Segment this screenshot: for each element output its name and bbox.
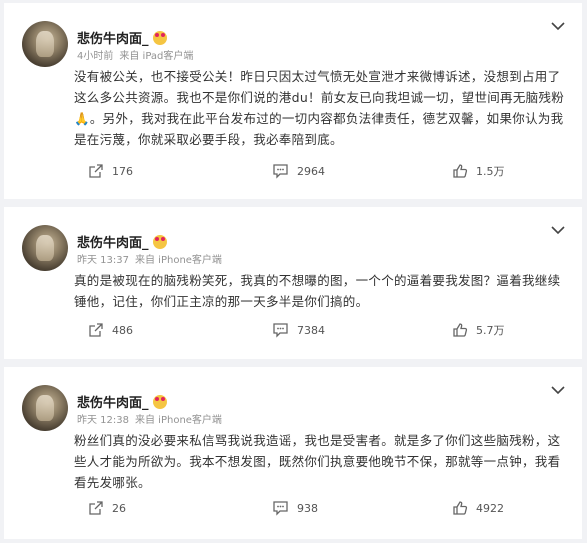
like-icon xyxy=(453,323,468,337)
name-row: 悲伤牛肉面_ xyxy=(77,28,167,47)
avatar[interactable] xyxy=(22,225,68,271)
comment-count: 938 xyxy=(297,501,318,515)
share-button[interactable]: 486 xyxy=(88,322,133,338)
avatar[interactable] xyxy=(22,385,68,431)
like-icon xyxy=(453,501,468,515)
like-button[interactable]: 4922 xyxy=(452,500,504,516)
post-source: 来自 iPhone客户端 xyxy=(135,415,222,426)
username[interactable]: 悲伤牛肉面_ xyxy=(77,392,149,411)
share-count: 176 xyxy=(112,164,133,178)
weibo-feed: 悲伤牛肉面_ 4小时前 来自 iPad客户端 没有被公关，也不接受公关！昨日只因… xyxy=(0,0,587,543)
post-source: 来自 iPad客户端 xyxy=(119,51,194,62)
name-row: 悲伤牛肉面_ xyxy=(77,232,167,251)
post-card: 悲伤牛肉面_ 4小时前 来自 iPad客户端 没有被公关，也不接受公关！昨日只因… xyxy=(4,3,582,199)
chevron-down-icon[interactable] xyxy=(550,385,566,395)
comment-icon xyxy=(273,501,288,516)
heart-eyes-emoji-icon xyxy=(152,234,167,249)
username[interactable]: 悲伤牛肉面_ xyxy=(77,28,149,47)
post-time[interactable]: 昨天 12:38 xyxy=(77,411,129,426)
comment-icon xyxy=(273,164,288,179)
post-text: 没有被公关，也不接受公关！昨日只因太过气愤无处宣泄才来微博诉述，没想到占用了这么… xyxy=(74,69,565,147)
username[interactable]: 悲伤牛肉面_ xyxy=(77,232,149,251)
post-time[interactable]: 4小时前 xyxy=(77,47,113,62)
name-row: 悲伤牛肉面_ xyxy=(77,392,167,411)
like-count: 5.7万 xyxy=(476,324,505,337)
post-text: 真的是被现在的脑残粉笑死，我真的不想曝的图，一个个的逼着要我发图？逼着我继续锤他… xyxy=(74,273,561,309)
comment-button[interactable]: 7384 xyxy=(272,322,325,338)
share-icon xyxy=(89,164,103,178)
comment-count: 7384 xyxy=(297,323,325,337)
post-card: 悲伤牛肉面_ 昨天 12:38 来自 iPhone客户端 粉丝们真的没必要来私信… xyxy=(4,367,582,539)
post-meta: 昨天 12:38 来自 iPhone客户端 xyxy=(77,411,222,426)
chevron-down-icon[interactable] xyxy=(550,225,566,235)
post-card: 悲伤牛肉面_ 昨天 13:37 来自 iPhone客户端 真的是被现在的脑残粉笑… xyxy=(4,207,582,359)
share-icon xyxy=(89,323,103,337)
share-count: 486 xyxy=(112,323,133,337)
post-meta: 昨天 13:37 来自 iPhone客户端 xyxy=(77,251,222,266)
like-button[interactable]: 1.5万 xyxy=(452,163,505,179)
chevron-down-icon[interactable] xyxy=(550,21,566,31)
post-text: 粉丝们真的没必要来私信骂我说我造谣，我也是受害者。就是多了你们这些脑残粉，这些人… xyxy=(74,433,561,490)
heart-eyes-emoji-icon xyxy=(152,394,167,409)
post-time[interactable]: 昨天 13:37 xyxy=(77,251,129,266)
comment-count: 2964 xyxy=(297,164,325,178)
share-button[interactable]: 176 xyxy=(88,163,133,179)
like-button[interactable]: 5.7万 xyxy=(452,322,505,338)
like-count: 4922 xyxy=(476,501,504,515)
avatar[interactable] xyxy=(22,21,68,67)
comment-button[interactable]: 938 xyxy=(272,500,318,516)
like-icon xyxy=(453,164,468,178)
comment-icon xyxy=(273,323,288,338)
post-source: 来自 iPhone客户端 xyxy=(135,255,222,266)
share-count: 26 xyxy=(112,501,126,515)
heart-eyes-emoji-icon xyxy=(152,30,167,45)
share-button[interactable]: 26 xyxy=(88,500,126,516)
share-icon xyxy=(89,501,103,515)
post-meta: 4小时前 来自 iPad客户端 xyxy=(77,47,193,62)
comment-button[interactable]: 2964 xyxy=(272,163,325,179)
like-count: 1.5万 xyxy=(476,165,505,178)
